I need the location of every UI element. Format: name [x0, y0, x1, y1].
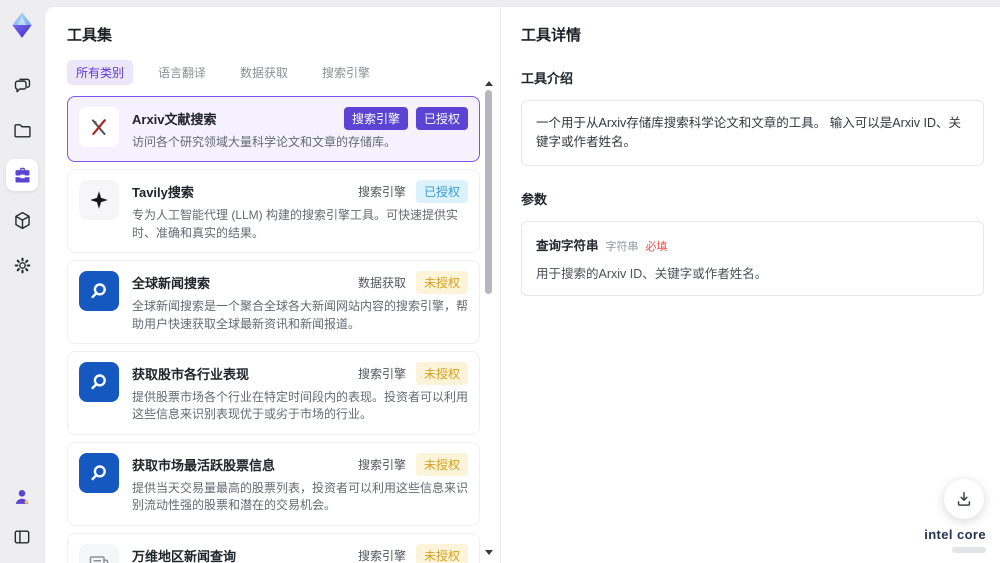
page-title: 工具集 [67, 27, 113, 44]
tool-list: Arxiv文献搜索 搜索引擎 已授权 访问各个研究领域大量科学论文和文章的存储库。 Ta… [67, 96, 500, 563]
status-badge: 未授权 [415, 452, 468, 476]
tool-card[interactable]: 全球新闻搜索 数据获取 未授权全球新闻搜索是一个聚合全球各大新闻网站内容的搜索引擎，… [67, 260, 480, 344]
collapse-panel-icon[interactable] [6, 521, 38, 553]
intel-core-logo: intel core [924, 526, 986, 553]
sidebar-nav [6, 69, 38, 281]
tab-search[interactable]: 搜索引擎 [313, 60, 379, 85]
scrollbar-thumb[interactable] [485, 90, 492, 294]
tool-description: 访问各个研究领域大量科学论文和文章的存储库。 [132, 135, 397, 149]
tool-list-panel: 工具集 所有类别 语言翻译 数据获取 搜索引擎 Arxiv文献搜索 搜索引擎 已授权 访问各… [45, 7, 500, 563]
detail-title: 工具详情 [521, 27, 582, 44]
tool-name: 全球新闻搜索 [132, 276, 211, 292]
tab-translate[interactable]: 语言翻译 [149, 60, 215, 85]
settings-icon[interactable] [6, 249, 38, 281]
param-head: 查询字符串 字符串 必填 [536, 235, 969, 254]
app-logo-icon[interactable] [7, 9, 37, 41]
sidebar [0, 0, 44, 563]
scroll-up-icon[interactable] [484, 81, 493, 86]
tool-card[interactable]: Arxiv文献搜索 搜索引擎 已授权访问各个研究领域大量科学论文和文章的存储库。 [67, 96, 480, 163]
download-button[interactable] [944, 479, 984, 519]
tool-description: 专为人工智能代理 (LLM) 构建的搜索引擎工具。可快速提供实时、准确和真实的结… [132, 208, 459, 240]
tavily-icon [79, 180, 119, 221]
intel-core-wordmark: intel core [924, 527, 986, 542]
chat-icon[interactable] [6, 69, 38, 101]
param-item: 查询字符串 字符串 必填 用于搜索的Arxiv ID、关键字或作者姓名。 [521, 220, 984, 296]
status-badge: 已授权 [415, 107, 468, 130]
category-badge: 搜索引擎 [357, 366, 406, 381]
user-avatar-icon[interactable] [6, 481, 38, 513]
tool-intro-text: 一个用于从Arxiv存储库搜索科学论文和文章的工具。 输入可以是Arxiv ID… [536, 116, 962, 149]
tab-all[interactable]: 所有类别 [67, 60, 134, 85]
tool-name: 获取市场最活跃股票信息 [132, 457, 276, 473]
tab-data[interactable]: 数据获取 [231, 60, 297, 85]
category-badge: 搜索引擎 [357, 548, 406, 563]
category-tabs: 所有类别 语言翻译 数据获取 搜索引擎 [67, 60, 500, 85]
app-root: 工具集 所有类别 语言翻译 数据获取 搜索引擎 Arxiv文献搜索 搜索引擎 已授权 访问各… [0, 0, 1000, 563]
status-badge: 未授权 [415, 271, 468, 295]
newspaper-icon [79, 543, 119, 563]
tool-description: 全球新闻搜索是一个聚合全球各大新闻网站内容的搜索引擎，帮助用户快速获取全球最新资… [132, 299, 469, 331]
tool-intro-box: 一个用于从Arxiv存储库搜索科学论文和文章的工具。 输入可以是Arxiv ID… [521, 100, 984, 166]
category-badge: 数据获取 [357, 276, 406, 291]
status-badge: 未授权 [415, 361, 468, 385]
cube-icon[interactable] [6, 204, 38, 236]
intro-heading: 工具介绍 [521, 71, 574, 86]
main-content: 工具集 所有类别 语言翻译 数据获取 搜索引擎 Arxiv文献搜索 搜索引擎 已授权 访问各… [44, 6, 1000, 563]
tool-name: Arxiv文献搜索 [132, 112, 217, 127]
download-icon [957, 492, 971, 506]
tool-name: Tavily搜索 [132, 185, 194, 201]
param-name: 查询字符串 [536, 238, 599, 253]
param-required-badge: 必填 [645, 240, 668, 253]
param-description: 用于搜索的Arxiv ID、关键字或作者姓名。 [536, 266, 768, 281]
blue-search-icon [79, 361, 119, 402]
tool-description: 提供当天交易量最高的股票列表，投资者可以利用这些信息来识别流动性强的股票和潜在的… [132, 480, 469, 513]
toolbox-icon[interactable] [6, 159, 38, 191]
tool-detail-panel: 工具详情 工具介绍 一个用于从Arxiv存储库搜索科学论文和文章的工具。 输入可… [501, 7, 1000, 563]
scroll-down-icon[interactable] [484, 550, 493, 555]
arxiv-icon [79, 107, 119, 147]
tool-card[interactable]: 获取股市各行业表现 搜索引擎 未授权提供股票市场各个行业在特定时间段内的表现。投资者… [67, 350, 480, 435]
tool-card[interactable]: 获取市场最活跃股票信息 搜索引擎 未授权提供当天交易量最高的股票列表，投资者可以利用… [67, 441, 480, 526]
scrollbar[interactable] [484, 81, 493, 555]
tool-description: 提供股票市场各个行业在特定时间段内的表现。投资者可以利用这些信息来识别表现优于或… [132, 389, 469, 422]
intel-core-sub-mark [952, 547, 986, 553]
sidebar-bottom [6, 481, 38, 553]
category-badge: 搜索引擎 [357, 185, 406, 200]
category-badge: 搜索引擎 [343, 107, 408, 130]
status-badge: 已授权 [415, 180, 468, 204]
params-heading: 参数 [521, 191, 548, 207]
tool-card[interactable]: Tavily搜索 搜索引擎 已授权专为人工智能代理 (LLM) 构建的搜索引擎工具。… [67, 169, 480, 254]
blue-search-icon [79, 271, 119, 312]
param-type: 字符串 [605, 240, 639, 253]
category-badge: 搜索引擎 [357, 457, 406, 472]
tool-name: 万维地区新闻查询 [132, 548, 237, 563]
tool-card[interactable]: 万维地区新闻查询搜索引擎未授权查询具体行政区划内的新闻，快速了解各地新闻动态 [67, 532, 480, 563]
status-badge: 未授权 [415, 543, 468, 563]
folder-icon[interactable] [6, 114, 38, 146]
blue-search-icon [79, 452, 119, 493]
tool-name: 获取股市各行业表现 [132, 366, 250, 382]
